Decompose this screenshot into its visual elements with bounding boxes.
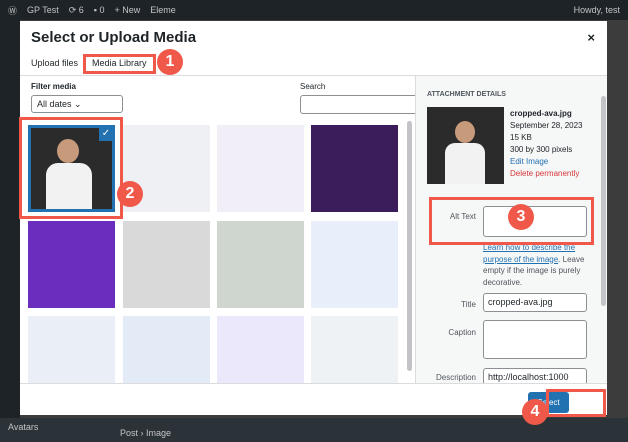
delete-permanently-link[interactable]: Delete permanently [510,168,583,180]
attachment-filename: cropped-ava.jpg [510,109,572,118]
media-thumbnail[interactable] [217,221,304,308]
wordpress-icon[interactable]: Ⓦ [8,4,17,17]
updates-count: 6 [78,4,84,15]
annotation-number-4: 4 [522,399,548,425]
annotation-box-2 [19,117,123,219]
annotation-number-1: 1 [157,49,183,75]
title-label: Title [461,300,476,309]
sidebar-item-avatars[interactable]: Avatars [8,422,38,432]
description-label: Description [435,373,476,382]
media-thumbnail[interactable] [28,316,115,383]
admin-sidebar [0,20,20,442]
scrollbar[interactable] [407,121,412,371]
attachment-size: 15 KB [510,133,532,142]
howdy-link[interactable]: Howdy, test [574,5,620,15]
modal-title: Select or Upload Media [31,29,197,46]
new-link[interactable]: + New [114,5,140,15]
caption-input[interactable] [483,320,587,359]
caption-label: Caption [448,328,476,337]
site-link[interactable]: GP Test [27,5,59,15]
search-input[interactable] [300,95,419,114]
media-thumbnail[interactable] [217,316,304,383]
tab-upload-files[interactable]: Upload files [31,58,78,68]
media-thumbnail[interactable] [123,316,210,383]
annotation-number-3: 3 [508,204,534,230]
media-thumbnail[interactable] [311,316,398,383]
eleme-link[interactable]: Eleme [150,5,176,15]
details-scrollbar[interactable] [601,96,606,306]
details-heading: ATTACHMENT DETAILS [427,91,506,98]
annotation-box-4 [546,389,606,417]
annotation-box-1 [83,54,156,74]
media-thumbnail[interactable] [311,221,398,308]
attachment-thumbnail [427,107,504,184]
comments-link[interactable]: ▪ 0 [94,5,105,15]
updates-link[interactable]: ⟳ 6 [69,5,84,16]
breadcrumb: Post › Image [120,428,172,438]
modal-footer [20,383,607,415]
media-thumbnail[interactable] [123,221,210,308]
comments-count: 0 [99,5,105,15]
admin-bar: Ⓦ GP Test ⟳ 6 ▪ 0 + New Eleme Howdy, tes… [0,0,628,20]
edit-image-link[interactable]: Edit Image [510,156,583,168]
filter-label: Filter media [31,82,76,91]
media-thumbnail[interactable] [28,221,115,308]
attachment-dimensions: 300 by 300 pixels [510,145,573,154]
media-thumbnail[interactable] [311,125,398,212]
search-label: Search [300,82,326,91]
annotation-number-2: 2 [117,181,143,207]
media-thumbnail[interactable] [217,125,304,212]
title-input[interactable]: cropped-ava.jpg [483,293,587,312]
attachment-date: September 28, 2023 [510,121,583,130]
date-filter-select[interactable]: All dates ⌄ [31,95,123,113]
close-button[interactable]: × [587,30,595,45]
description-input[interactable]: http://localhost:1000 [483,368,587,383]
